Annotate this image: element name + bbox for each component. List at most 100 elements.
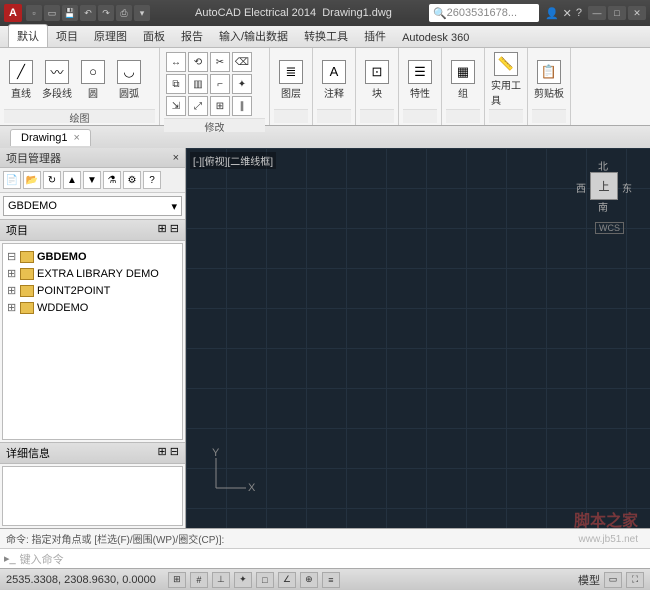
prompt-icon: ▸_ — [4, 552, 16, 565]
paste-button[interactable]: 📋剪贴板 — [532, 58, 566, 102]
tool-refresh-icon[interactable]: ↻ — [43, 171, 61, 189]
tab-plugin[interactable]: 插件 — [356, 25, 394, 47]
maximize-button[interactable]: □ — [608, 6, 626, 20]
tool-help-icon[interactable]: ? — [143, 171, 161, 189]
layer-button[interactable]: ≣图层 — [274, 58, 308, 102]
qat-undo-icon[interactable]: ↶ — [80, 5, 96, 21]
tab-report[interactable]: 报告 — [173, 25, 211, 47]
title-bar: A ▫ ▭ 💾 ↶ ↷ ⎙ ▾ AutoCAD Electrical 2014 … — [0, 0, 650, 26]
search-input[interactable]: 🔍 2603531678... — [429, 4, 539, 22]
close-button[interactable]: ✕ — [628, 6, 646, 20]
erase-icon[interactable]: ⌫ — [232, 52, 252, 72]
dyn-toggle[interactable]: ⊕ — [300, 572, 318, 588]
tab-project[interactable]: 项目 — [48, 25, 86, 47]
tree-item[interactable]: ⊞EXTRA LIBRARY DEMO — [7, 265, 178, 282]
tool-open-icon[interactable]: 📂 — [23, 171, 41, 189]
polar-toggle[interactable]: ✦ — [234, 572, 252, 588]
qat-open-icon[interactable]: ▭ — [44, 5, 60, 21]
cube-south[interactable]: 南 — [598, 199, 608, 214]
maximize-viewport-icon[interactable]: ⛶ — [626, 572, 644, 588]
tab-convert[interactable]: 转换工具 — [296, 25, 356, 47]
expand-icon[interactable]: ⊞ — [7, 301, 17, 314]
tool-settings-icon[interactable]: ⚙ — [123, 171, 141, 189]
status-bar: 2535.3308, 2308.9630, 0.0000 ⊞ # ⊥ ✦ □ ∠… — [0, 568, 650, 590]
cube-top[interactable]: 上 — [590, 172, 618, 200]
stretch-icon[interactable]: ⇲ — [166, 96, 186, 116]
layout-icon[interactable]: ▭ — [604, 572, 622, 588]
tab-default[interactable]: 默认 — [8, 24, 48, 47]
section-details[interactable]: 详细信息⊞ ⊟ — [0, 442, 185, 464]
tool-up-icon[interactable]: ▲ — [63, 171, 81, 189]
signin-icon[interactable]: 👤 — [545, 7, 559, 20]
section-projects[interactable]: 项目⊞ ⊟ — [0, 219, 185, 241]
exchange-icon[interactable]: ✕ — [563, 7, 572, 20]
minimize-button[interactable]: — — [588, 6, 606, 20]
utility-button[interactable]: 📏实用工具 — [489, 50, 523, 109]
line-button[interactable]: ╱直线 — [4, 58, 38, 102]
collapse-icon[interactable]: ⊟ — [7, 250, 17, 263]
group-button[interactable]: ▦组 — [446, 58, 480, 102]
tool-new-icon[interactable]: 📄 — [3, 171, 21, 189]
qat-more-icon[interactable]: ▾ — [134, 5, 150, 21]
tab-io[interactable]: 输入/输出数据 — [211, 25, 296, 47]
scale-icon[interactable]: ⤢ — [188, 96, 208, 116]
expand-icon[interactable]: ⊞ — [7, 284, 17, 297]
tool-filter-icon[interactable]: ⚗ — [103, 171, 121, 189]
quick-access-toolbar: ▫ ▭ 💾 ↶ ↷ ⎙ ▾ — [26, 5, 150, 21]
expand-icon[interactable]: ⊞ — [7, 267, 17, 280]
explode-icon[interactable]: ✦ — [232, 74, 252, 94]
properties-button[interactable]: ☰特性 — [403, 58, 437, 102]
ortho-toggle[interactable]: ⊥ — [212, 572, 230, 588]
tree-item[interactable]: ⊞POINT2POINT — [7, 282, 178, 299]
panel-block: ⊡块 — [356, 48, 399, 125]
copy-icon[interactable]: ⧉ — [166, 74, 186, 94]
section-tools-icon[interactable]: ⊞ ⊟ — [158, 222, 180, 238]
drawing-canvas[interactable]: [-][俯视][二维线框] 北 南 西 东 上 WCS XY — [186, 148, 650, 528]
document-tab[interactable]: Drawing1× — [10, 129, 91, 146]
polyline-button[interactable]: 〰多段线 — [40, 58, 74, 102]
folder-icon — [20, 285, 34, 297]
tab-panel[interactable]: 面板 — [135, 25, 173, 47]
move-icon[interactable]: ↔ — [166, 52, 186, 72]
project-tree[interactable]: ⊟GBDEMO ⊞EXTRA LIBRARY DEMO ⊞POINT2POINT… — [2, 243, 183, 440]
text-button[interactable]: A注释 — [317, 58, 351, 102]
mirror-icon[interactable]: ▥ — [188, 74, 208, 94]
model-space-button[interactable]: 模型 — [578, 572, 600, 588]
help-icon[interactable]: ? — [576, 7, 582, 20]
tree-item[interactable]: ⊞WDDEMO — [7, 299, 178, 316]
qat-redo-icon[interactable]: ↷ — [98, 5, 114, 21]
osnap-toggle[interactable]: □ — [256, 572, 274, 588]
otrack-toggle[interactable]: ∠ — [278, 572, 296, 588]
rotate-icon[interactable]: ⟲ — [188, 52, 208, 72]
app-logo[interactable]: A — [4, 4, 22, 22]
snap-toggle[interactable]: ⊞ — [168, 572, 186, 588]
panel-close-icon[interactable]: × — [173, 152, 179, 164]
qat-save-icon[interactable]: 💾 — [62, 5, 78, 21]
cube-west[interactable]: 西 — [576, 180, 586, 195]
offset-icon[interactable]: ∥ — [232, 96, 252, 116]
lwt-toggle[interactable]: ≡ — [322, 572, 340, 588]
array-icon[interactable]: ⊞ — [210, 96, 230, 116]
tree-item[interactable]: ⊟GBDEMO — [7, 248, 178, 265]
grid-toggle[interactable]: # — [190, 572, 208, 588]
wcs-label[interactable]: WCS — [595, 222, 624, 234]
view-cube[interactable]: 北 南 西 东 上 — [576, 158, 632, 214]
tab-a360[interactable]: Autodesk 360 — [394, 29, 477, 47]
qat-print-icon[interactable]: ⎙ — [116, 5, 132, 21]
tab-close-icon[interactable]: × — [73, 132, 79, 144]
cube-east[interactable]: 东 — [622, 180, 632, 195]
trim-icon[interactable]: ✂ — [210, 52, 230, 72]
view-label[interactable]: [-][俯视][二维线框] — [190, 152, 276, 169]
project-combo[interactable]: GBDEMO▾ — [3, 196, 182, 216]
tab-schematic[interactable]: 原理图 — [86, 25, 135, 47]
command-input[interactable]: ▸_ 键入命令 — [0, 548, 650, 568]
fillet-icon[interactable]: ⌐ — [210, 74, 230, 94]
qat-new-icon[interactable]: ▫ — [26, 5, 42, 21]
arc-button[interactable]: ◡圆弧 — [112, 58, 146, 102]
tool-down-icon[interactable]: ▼ — [83, 171, 101, 189]
section-tools-icon[interactable]: ⊞ ⊟ — [158, 445, 180, 461]
circle-button[interactable]: ○圆 — [76, 58, 110, 102]
group-icon: ▦ — [451, 60, 475, 84]
cube-north[interactable]: 北 — [598, 158, 608, 173]
block-button[interactable]: ⊡块 — [360, 58, 394, 102]
